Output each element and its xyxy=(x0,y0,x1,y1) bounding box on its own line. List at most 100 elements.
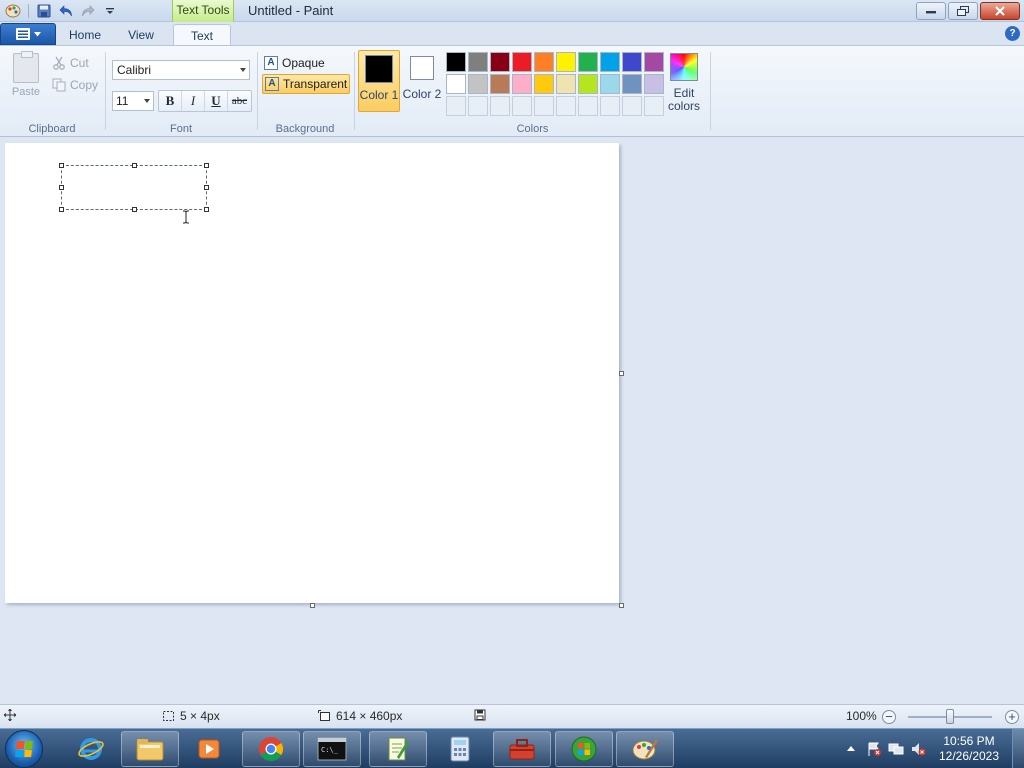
canvas-workspace[interactable] xyxy=(0,137,1024,704)
resize-handle[interactable] xyxy=(59,185,64,190)
command-prompt-icon[interactable]: C:\_ xyxy=(303,731,361,767)
font-size-select[interactable]: 11 xyxy=(112,91,154,111)
palette-swatch[interactable] xyxy=(490,52,510,72)
tab-home[interactable]: Home xyxy=(62,24,108,46)
windows-media-center-icon[interactable] xyxy=(555,731,613,767)
show-desktop-button[interactable] xyxy=(1012,729,1024,768)
custom-color-slot[interactable] xyxy=(578,96,598,116)
notepad-icon[interactable] xyxy=(369,731,427,767)
palette-swatch[interactable] xyxy=(622,74,642,94)
custom-color-slot[interactable] xyxy=(512,96,532,116)
palette-swatch[interactable] xyxy=(512,74,532,94)
font-size-value: 11 xyxy=(116,94,129,108)
file-explorer-icon[interactable] xyxy=(121,731,179,767)
copy-button[interactable]: Copy xyxy=(52,76,98,94)
undo-icon[interactable] xyxy=(57,2,75,20)
system-clock[interactable]: 10:56 PM 12/26/2023 xyxy=(934,734,1004,764)
clipboard-group-label: Clipboard xyxy=(28,123,76,135)
palette-swatch[interactable] xyxy=(512,52,532,72)
custom-color-slot[interactable] xyxy=(490,96,510,116)
custom-color-slot[interactable] xyxy=(644,96,664,116)
palette-swatch[interactable] xyxy=(534,52,554,72)
canvas-resize-handle-right[interactable] xyxy=(619,371,624,376)
color-2-button[interactable]: Color 2 xyxy=(401,50,443,112)
resize-handle[interactable] xyxy=(204,163,209,168)
transparent-option[interactable]: A Transparent xyxy=(262,74,350,94)
font-family-select[interactable]: Calibri xyxy=(112,60,250,80)
opaque-text-icon: A xyxy=(264,56,278,70)
palette-swatch[interactable] xyxy=(556,74,576,94)
paint-icon[interactable] xyxy=(616,731,674,767)
custom-color-slot[interactable] xyxy=(534,96,554,116)
canvas-size-icon xyxy=(318,710,330,721)
paint-app-icon[interactable] xyxy=(4,2,22,20)
resize-handle[interactable] xyxy=(132,163,137,168)
underline-button[interactable]: U xyxy=(205,91,228,111)
toolbox-icon[interactable] xyxy=(493,731,551,767)
save-icon[interactable] xyxy=(35,2,53,20)
action-center-flag-icon[interactable] xyxy=(866,741,882,757)
restore-button[interactable] xyxy=(948,2,978,20)
custom-color-slot[interactable] xyxy=(468,96,488,116)
network-icon[interactable] xyxy=(888,741,904,757)
volume-muted-icon[interactable] xyxy=(910,741,926,757)
resize-handle[interactable] xyxy=(204,207,209,212)
strikethrough-button[interactable]: abc xyxy=(228,91,251,111)
start-button[interactable] xyxy=(5,730,43,768)
bold-button[interactable]: B xyxy=(159,91,182,111)
internet-explorer-icon[interactable] xyxy=(62,731,120,767)
cut-button[interactable]: Cut xyxy=(52,54,89,72)
palette-swatch[interactable] xyxy=(468,52,488,72)
text-box[interactable] xyxy=(59,163,209,224)
resize-handle[interactable] xyxy=(59,163,64,168)
color-1-button[interactable]: Color 1 xyxy=(358,50,400,112)
zoom-out-button[interactable]: − xyxy=(882,710,896,724)
tab-view[interactable]: View xyxy=(118,24,164,46)
drawing-canvas[interactable] xyxy=(5,143,619,603)
chevron-down-icon xyxy=(144,99,150,103)
help-icon[interactable]: ? xyxy=(1005,26,1020,41)
background-group: A Opaque A Transparent Background xyxy=(258,49,352,136)
canvas-resize-handle-bottom[interactable] xyxy=(310,603,315,608)
palette-swatch[interactable] xyxy=(446,52,466,72)
opaque-option[interactable]: A Opaque xyxy=(262,53,350,73)
canvas-size-value: 614 × 460px xyxy=(336,709,403,723)
palette-swatch[interactable] xyxy=(622,52,642,72)
custom-color-slot[interactable] xyxy=(556,96,576,116)
palette-swatch[interactable] xyxy=(600,52,620,72)
custom-color-slot[interactable] xyxy=(600,96,620,116)
palette-swatch[interactable] xyxy=(556,52,576,72)
font-format-buttons: B I U abc xyxy=(158,90,252,112)
palette-swatch[interactable] xyxy=(446,74,466,94)
resize-handle[interactable] xyxy=(132,207,137,212)
redo-icon[interactable] xyxy=(79,2,97,20)
calculator-icon[interactable] xyxy=(431,731,489,767)
zoom-in-button[interactable]: + xyxy=(1005,710,1019,724)
palette-swatch[interactable] xyxy=(644,74,664,94)
palette-swatch[interactable] xyxy=(600,74,620,94)
palette-swatch[interactable] xyxy=(578,52,598,72)
chrome-icon[interactable] xyxy=(242,731,300,767)
palette-swatch[interactable] xyxy=(490,74,510,94)
palette-swatch[interactable] xyxy=(578,74,598,94)
text-cursor-icon xyxy=(183,210,189,224)
custom-color-slot[interactable] xyxy=(446,96,466,116)
customize-icon[interactable] xyxy=(101,2,119,20)
paste-button[interactable]: Paste xyxy=(6,51,46,105)
edit-colors-button[interactable]: Edit colors xyxy=(664,50,704,113)
paint-menu-button[interactable] xyxy=(0,23,56,45)
palette-swatch[interactable] xyxy=(468,74,488,94)
minimize-button[interactable] xyxy=(916,2,946,20)
show-hidden-icons-chevron-icon[interactable] xyxy=(846,741,856,757)
close-button[interactable] xyxy=(980,2,1020,20)
status-bar: 5 × 4px 614 × 460px 100% − + xyxy=(0,704,1024,728)
media-player-icon[interactable] xyxy=(180,731,238,767)
canvas-resize-handle-corner[interactable] xyxy=(619,603,624,608)
italic-button[interactable]: I xyxy=(182,91,205,111)
palette-swatch[interactable] xyxy=(644,52,664,72)
resize-handle[interactable] xyxy=(59,207,64,212)
palette-swatch[interactable] xyxy=(534,74,554,94)
zoom-slider-thumb[interactable] xyxy=(946,709,954,724)
resize-handle[interactable] xyxy=(204,185,209,190)
custom-color-slot[interactable] xyxy=(622,96,642,116)
